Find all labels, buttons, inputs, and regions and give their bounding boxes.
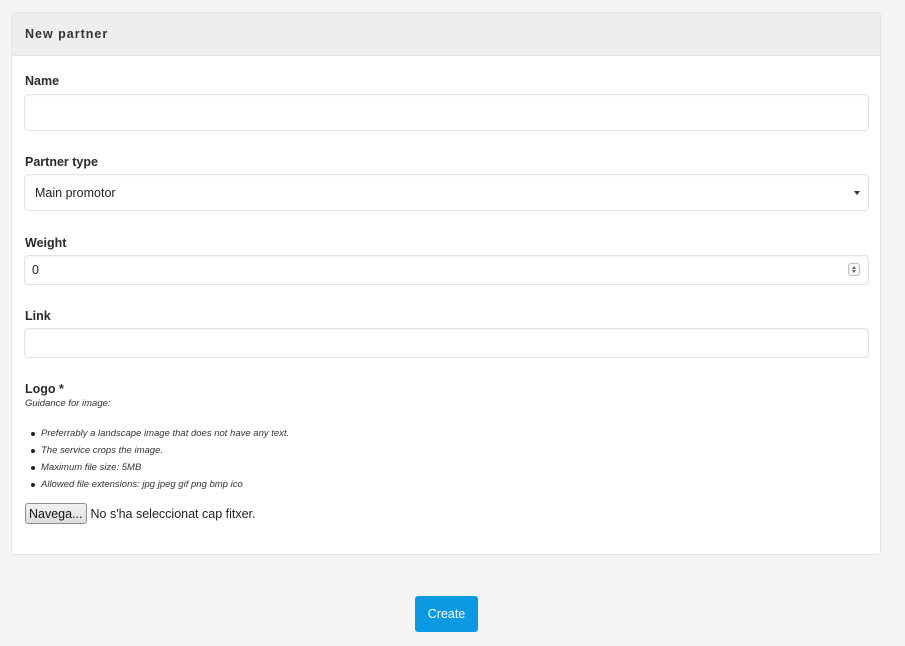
card-header: New partner [12,13,880,56]
weight-label: Weight [25,236,67,250]
weight-input[interactable]: 0 [24,255,869,285]
card-title: New partner [25,27,109,41]
partner-type-label: Partner type [25,155,98,169]
link-label: Link [25,309,51,323]
logo-guidance-title: Guidance for image: [25,398,111,409]
spin-up-icon[interactable] [852,266,856,269]
create-button[interactable]: Create [415,596,478,632]
list-item: Maximum file size: 5MB [30,459,289,476]
logo-file-input: Navega... No s'ha seleccionat cap fitxer… [25,503,256,524]
list-item: The service crops the image. [30,442,289,459]
partner-type-selected-value: Main promotor [35,185,116,200]
spin-down-icon[interactable] [852,270,856,273]
partner-type-select[interactable]: Main promotor [24,174,869,211]
number-spinner[interactable] [848,263,860,276]
logo-label: Logo * [25,382,64,396]
new-partner-card: New partner Name Partner type Main promo… [11,12,881,555]
chevron-down-icon [854,191,860,195]
weight-value: 0 [32,263,39,277]
name-label: Name [25,74,60,88]
name-input[interactable] [24,94,869,131]
browse-button[interactable]: Navega... [25,503,87,524]
list-item: Allowed file extensions: jpg jpeg gif pn… [30,476,289,493]
list-item: Preferrably a landscape image that does … [30,425,289,442]
logo-guidance-list: Preferrably a landscape image that does … [30,425,289,493]
file-status-text: No s'ha seleccionat cap fitxer. [90,506,256,521]
link-input[interactable] [24,328,869,358]
